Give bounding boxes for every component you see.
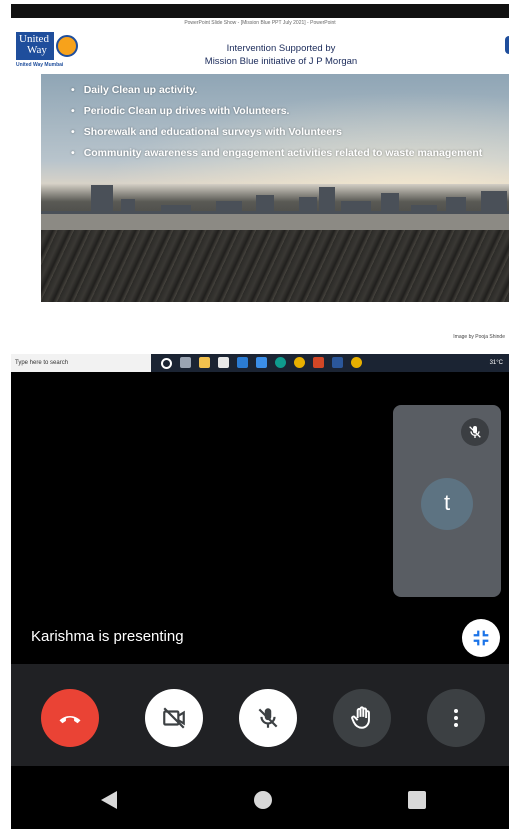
hand-icon xyxy=(351,706,370,729)
participant-muted-icon xyxy=(461,418,489,446)
photos-icon xyxy=(256,357,267,368)
microphone-toggle-button[interactable] xyxy=(239,689,297,747)
call-controls-bar xyxy=(11,664,509,766)
more-options-button[interactable] xyxy=(427,689,485,747)
slide-bullet-list: Daily Clean up activity. Periodic Clean … xyxy=(71,80,483,164)
camera-toggle-button[interactable] xyxy=(145,689,203,747)
collapse-icon xyxy=(473,630,489,646)
store-icon xyxy=(218,357,229,368)
taskbar-app-icons xyxy=(161,357,362,369)
browser-icon xyxy=(351,357,362,368)
slide-bullet: Daily Clean up activity. xyxy=(71,80,482,101)
screen-top-bar xyxy=(11,4,509,18)
taskbar-weather: 31°C xyxy=(489,360,503,366)
partner-logo xyxy=(505,36,509,54)
camera-off-icon xyxy=(163,707,185,729)
home-icon xyxy=(254,791,272,809)
mic-off-icon xyxy=(258,708,278,728)
rocky-shore xyxy=(41,230,509,302)
shore-water xyxy=(41,214,509,230)
taskbar-search-box: Type here to search xyxy=(11,354,151,372)
raise-hand-button[interactable] xyxy=(333,689,391,747)
home-button[interactable] xyxy=(253,790,273,815)
logo-emblem-icon xyxy=(56,35,78,57)
edge-icon xyxy=(275,357,286,368)
chrome-icon xyxy=(294,357,305,368)
back-button[interactable] xyxy=(99,790,119,815)
more-vert-icon xyxy=(454,709,458,727)
minimize-presentation-button[interactable] xyxy=(462,619,500,657)
windows-taskbar: Type here to search 31°C xyxy=(11,354,509,372)
beach-photo: Daily Clean up activity. Periodic Clean … xyxy=(41,74,509,302)
android-navigation-bar xyxy=(11,766,509,829)
slide-bullet: Periodic Clean up drives with Volunteers… xyxy=(71,101,482,122)
slide-bullet: Community awareness and engagement activ… xyxy=(71,143,483,164)
participant-avatar: t xyxy=(421,478,473,530)
end-call-button[interactable] xyxy=(41,689,99,747)
task-view-icon xyxy=(180,357,191,368)
participant-tile[interactable]: t xyxy=(393,405,501,597)
logo-wordmark: United Way xyxy=(16,32,54,60)
back-icon xyxy=(101,791,117,809)
file-explorer-icon xyxy=(199,357,210,368)
powerpoint-icon xyxy=(313,357,324,368)
cortana-icon xyxy=(161,358,172,369)
logo-subtitle: United Way Mumbai xyxy=(16,62,64,68)
word-icon xyxy=(332,357,343,368)
slide-heading: Intervention Supported by Mission Blue i… xyxy=(204,43,358,67)
phone-screen: PowerPoint Slide Show - [Mission Blue PP… xyxy=(11,4,509,829)
united-way-logo: United Way United Way Mumbai xyxy=(16,32,86,72)
mail-icon xyxy=(237,357,248,368)
hang-up-icon xyxy=(59,715,81,724)
presenting-label: Karishma is presenting xyxy=(31,628,184,645)
recents-button[interactable] xyxy=(407,790,427,815)
city-skyline xyxy=(41,174,509,219)
powerpoint-window-title: PowerPoint Slide Show - [Mission Blue PP… xyxy=(11,18,509,28)
recents-icon xyxy=(408,791,426,809)
shared-presentation: PowerPoint Slide Show - [Mission Blue PP… xyxy=(11,4,509,372)
slide-bullet: Shorewalk and educational surveys with V… xyxy=(71,122,482,143)
image-credit: Image by Pooja Shinde xyxy=(453,334,505,340)
